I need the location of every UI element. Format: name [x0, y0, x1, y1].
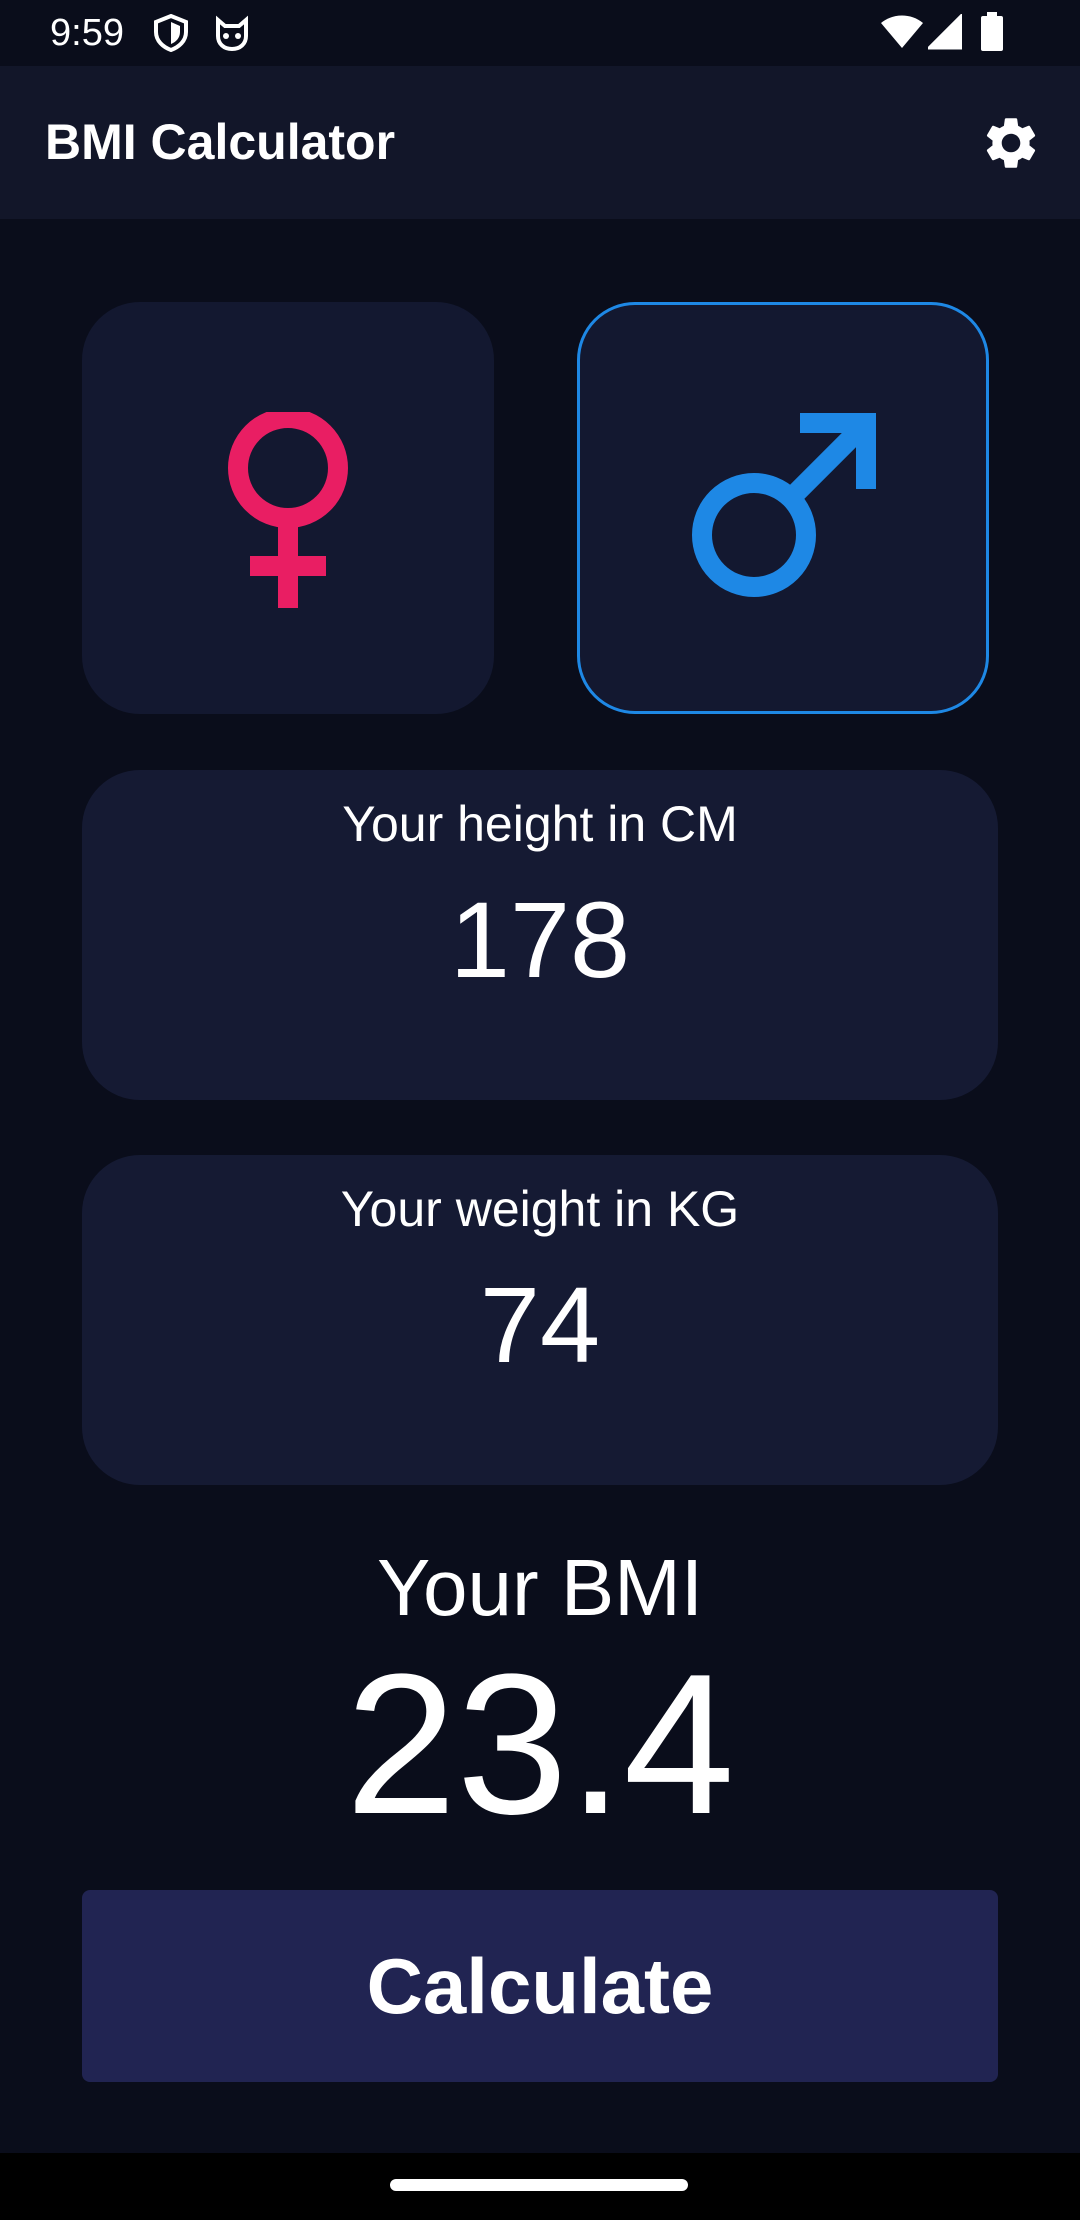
male-option-card[interactable]	[577, 302, 989, 714]
male-symbol-icon	[692, 413, 876, 597]
bmi-calculator-screen: 9:59 BMI Calculator Your height in CM 17…	[0, 0, 1080, 2220]
weight-card[interactable]: Your weight in KG 74	[82, 1155, 998, 1485]
height-card[interactable]: Your height in CM 178	[82, 770, 998, 1100]
home-gesture-handle[interactable]	[390, 2179, 688, 2191]
female-option-card[interactable]	[82, 302, 494, 714]
calculate-button[interactable]: Calculate	[82, 1890, 998, 2082]
cat-icon	[216, 15, 248, 52]
bmi-result-value: 23.4	[345, 1633, 735, 1856]
settings-button[interactable]	[980, 112, 1042, 174]
status-time: 9:59	[50, 12, 124, 54]
app-title: BMI Calculator	[45, 114, 396, 170]
gear-icon	[986, 118, 1036, 168]
shield-icon	[154, 14, 188, 52]
bmi-result-label: Your BMI	[376, 1543, 704, 1632]
weight-label: Your weight in KG	[340, 1181, 740, 1237]
navigation-bar	[0, 2153, 1080, 2220]
signal-icon	[928, 14, 962, 50]
status-bar: 9:59	[0, 0, 1080, 66]
height-value[interactable]: 178	[82, 880, 998, 1000]
wifi-icon	[881, 15, 923, 48]
height-label: Your height in CM	[342, 796, 738, 852]
weight-value[interactable]: 74	[82, 1265, 998, 1385]
app-bar: BMI Calculator	[0, 66, 1080, 219]
battery-icon	[981, 12, 1003, 51]
female-symbol-icon	[228, 412, 348, 608]
